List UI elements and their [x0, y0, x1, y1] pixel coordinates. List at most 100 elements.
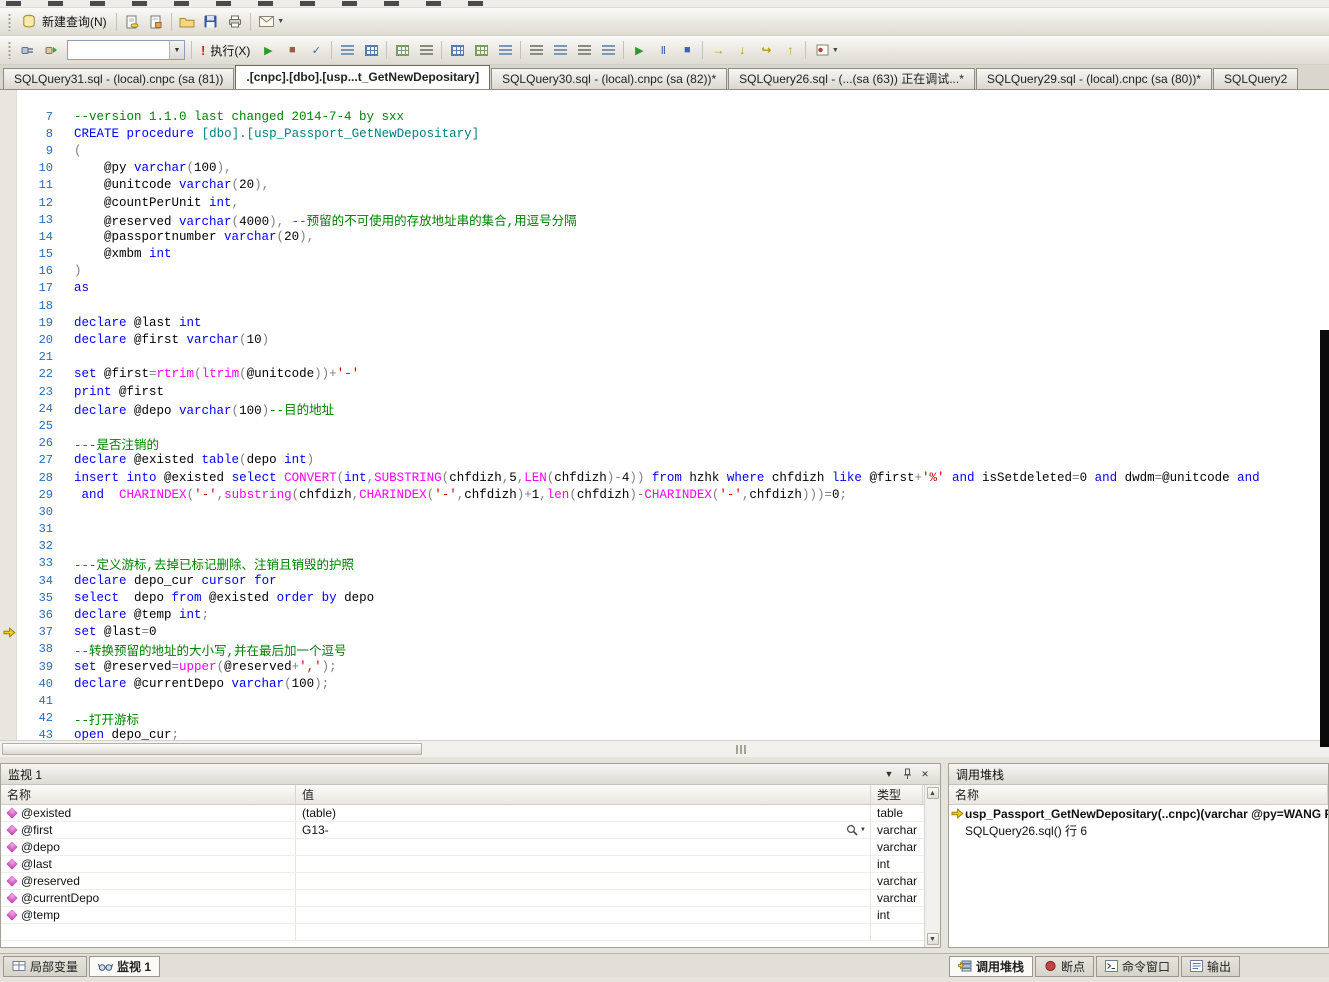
code-line[interactable]: 7--version 1.1.0 last changed 2014-7-4 b… — [0, 108, 1329, 125]
breakpoint-margin-cell[interactable] — [0, 400, 18, 417]
code-line[interactable]: 24declare @depo varchar(100)--目的地址 — [0, 400, 1329, 417]
breakpoint-margin-cell[interactable] — [0, 658, 18, 675]
breakpoint-margin-cell[interactable] — [0, 211, 18, 228]
window-position-icon[interactable]: ▼ — [881, 767, 897, 782]
breakpoint-margin-cell[interactable] — [0, 125, 18, 142]
code-line[interactable]: 37set @last=0 — [0, 624, 1329, 641]
code-line[interactable]: 26---是否注销的 — [0, 435, 1329, 452]
code-line[interactable]: 18 — [0, 297, 1329, 314]
breakpoint-margin-cell[interactable] — [0, 263, 18, 280]
code-line[interactable]: 9( — [0, 142, 1329, 159]
toolbar-grip[interactable] — [7, 41, 12, 59]
code-line[interactable]: 17as — [0, 280, 1329, 297]
uncomment-icon[interactable] — [548, 38, 572, 62]
watch-name-cell[interactable]: @last — [1, 856, 296, 872]
breakpoint-margin-cell[interactable] — [0, 572, 18, 589]
watch-name-cell[interactable]: @temp — [1, 907, 296, 923]
breakpoint-margin-cell[interactable] — [0, 383, 18, 400]
breakpoint-margin-cell[interactable] — [0, 675, 18, 692]
breakpoint-margin-cell[interactable] — [0, 331, 18, 348]
document-tab[interactable]: SQLQuery31.sql - (local).cnpc (sa (81)) — [3, 68, 234, 89]
increase-indent-icon[interactable] — [596, 38, 620, 62]
watch-scrollbar[interactable]: ▲ ▼ — [924, 785, 940, 947]
breakpoint-margin-cell[interactable] — [0, 160, 18, 177]
breakpoint-margin-cell[interactable] — [0, 727, 18, 740]
code-line[interactable]: 19declare @last int — [0, 314, 1329, 331]
code-line[interactable]: 33---定义游标,去掉已标记删除、注销且销毁的护照 — [0, 555, 1329, 572]
vertical-scrollbar[interactable] — [1320, 330, 1329, 747]
sqlcmd-mode-icon[interactable] — [493, 38, 517, 62]
decrease-indent-icon[interactable] — [572, 38, 596, 62]
watch-name-cell[interactable]: @reserved — [1, 873, 296, 889]
watch-row[interactable]: @lastint — [1, 856, 940, 873]
breakpoint-margin-cell[interactable] — [0, 246, 18, 263]
close-icon[interactable]: ✕ — [917, 767, 933, 782]
execute-button[interactable]: ! 执行(X) — [195, 38, 256, 62]
code-line[interactable]: 42--打开游标 — [0, 710, 1329, 727]
splitter-grip[interactable] — [736, 745, 746, 754]
document-tab[interactable]: .[cnpc].[dbo].[usp...t_GetNewDepositary] — [235, 65, 490, 89]
comment-icon[interactable] — [524, 38, 548, 62]
scrollbar-thumb[interactable] — [2, 743, 422, 755]
database-combobox[interactable]: ▼ — [67, 40, 185, 60]
specify-template-icon[interactable] — [445, 38, 469, 62]
code-line[interactable]: 12 @countPerUnit int, — [0, 194, 1329, 211]
results-text-icon[interactable] — [335, 38, 359, 62]
watch-row[interactable]: @currentDepovarchar — [1, 890, 940, 907]
watch-title-bar[interactable]: 监视 1 ▼ ✕ — [1, 764, 940, 785]
panel-tab-output[interactable]: 输出 — [1181, 956, 1240, 977]
document-tab[interactable]: SQLQuery26.sql - (...(sa (63)) 正在调试...* — [728, 68, 975, 89]
code-line[interactable]: 13 @reserved varchar(4000), --预留的不可使用的存放… — [0, 211, 1329, 228]
breakpoint-margin-cell[interactable] — [0, 228, 18, 245]
breakpoint-margin-cell[interactable] — [0, 435, 18, 452]
connect-icon[interactable] — [16, 38, 40, 62]
cancel-query-icon[interactable]: ■ — [280, 38, 304, 62]
breakpoints-window-icon[interactable]: ▼ — [809, 38, 845, 62]
watch-name-cell[interactable]: @depo — [1, 839, 296, 855]
watch-value-cell[interactable]: (table) — [296, 805, 871, 821]
scroll-up-icon[interactable]: ▲ — [927, 787, 939, 799]
column-header-name[interactable]: 名称 — [1, 785, 296, 804]
breakpoint-margin-cell[interactable] — [0, 177, 18, 194]
breakpoint-margin-cell[interactable] — [0, 641, 18, 658]
code-line[interactable]: 25 — [0, 417, 1329, 434]
code-line[interactable]: 38--转换预留的地址的大小写,并在最后加一个逗号 — [0, 641, 1329, 658]
breakpoint-margin-cell[interactable] — [0, 589, 18, 606]
breakpoint-margin-cell[interactable] — [0, 692, 18, 709]
stop-debugging-button[interactable]: ■ — [675, 38, 699, 62]
document-tab[interactable]: SQLQuery29.sql - (local).cnpc (sa (80))* — [976, 68, 1212, 89]
watch-name-cell[interactable]: @existed — [1, 805, 296, 821]
document-tab[interactable]: SQLQuery2 — [1213, 68, 1298, 89]
save-icon[interactable] — [199, 10, 223, 34]
column-header-name[interactable]: 名称 — [949, 785, 1328, 804]
scroll-down-icon[interactable]: ▼ — [927, 933, 939, 945]
code-line[interactable]: 22set @first=rtrim(ltrim(@unitcode))+'-' — [0, 366, 1329, 383]
breakpoint-margin-cell[interactable] — [0, 469, 18, 486]
breakpoint-margin-cell[interactable] — [0, 194, 18, 211]
watch-row[interactable]: @reservedvarchar — [1, 873, 940, 890]
callstack-frame[interactable]: SQLQuery26.sql() 行 6 — [949, 822, 1328, 839]
watch-name-cell[interactable]: @first — [1, 822, 296, 838]
auto-hide-pin-icon[interactable] — [899, 767, 915, 782]
panel-tab-watch[interactable]: 监视 1 — [89, 956, 160, 977]
magnifier-icon[interactable]: ▼ — [846, 824, 866, 836]
watch-value-cell[interactable]: G13-▼ — [296, 822, 871, 838]
column-header-value[interactable]: 值 — [296, 785, 871, 804]
watch-row[interactable]: @existed(table)table — [1, 805, 940, 822]
watch-name-cell[interactable]: @currentDepo — [1, 890, 296, 906]
watch-value-cell[interactable] — [296, 873, 871, 889]
code-line[interactable]: 20declare @first varchar(10) — [0, 331, 1329, 348]
breakpoint-margin-cell[interactable] — [0, 366, 18, 383]
new-query-button[interactable]: 新建查询(N) — [16, 10, 113, 34]
watch-row[interactable]: @tempint — [1, 907, 940, 924]
breakpoint-margin-cell[interactable] — [0, 538, 18, 555]
analysis-query-icon[interactable] — [144, 10, 168, 34]
results-grid-icon[interactable] — [359, 38, 383, 62]
database-engine-query-icon[interactable] — [120, 10, 144, 34]
code-line[interactable]: 43open depo_cur; — [0, 727, 1329, 740]
print-icon[interactable] — [223, 10, 247, 34]
code-line[interactable]: 8CREATE procedure [dbo].[usp_Passport_Ge… — [0, 125, 1329, 142]
current-statement-arrow[interactable] — [0, 624, 18, 641]
panel-tab-callstack[interactable]: 调用堆栈 — [949, 956, 1033, 977]
code-line[interactable]: 29 and CHARINDEX('-',substring(chfdizh,C… — [0, 486, 1329, 503]
